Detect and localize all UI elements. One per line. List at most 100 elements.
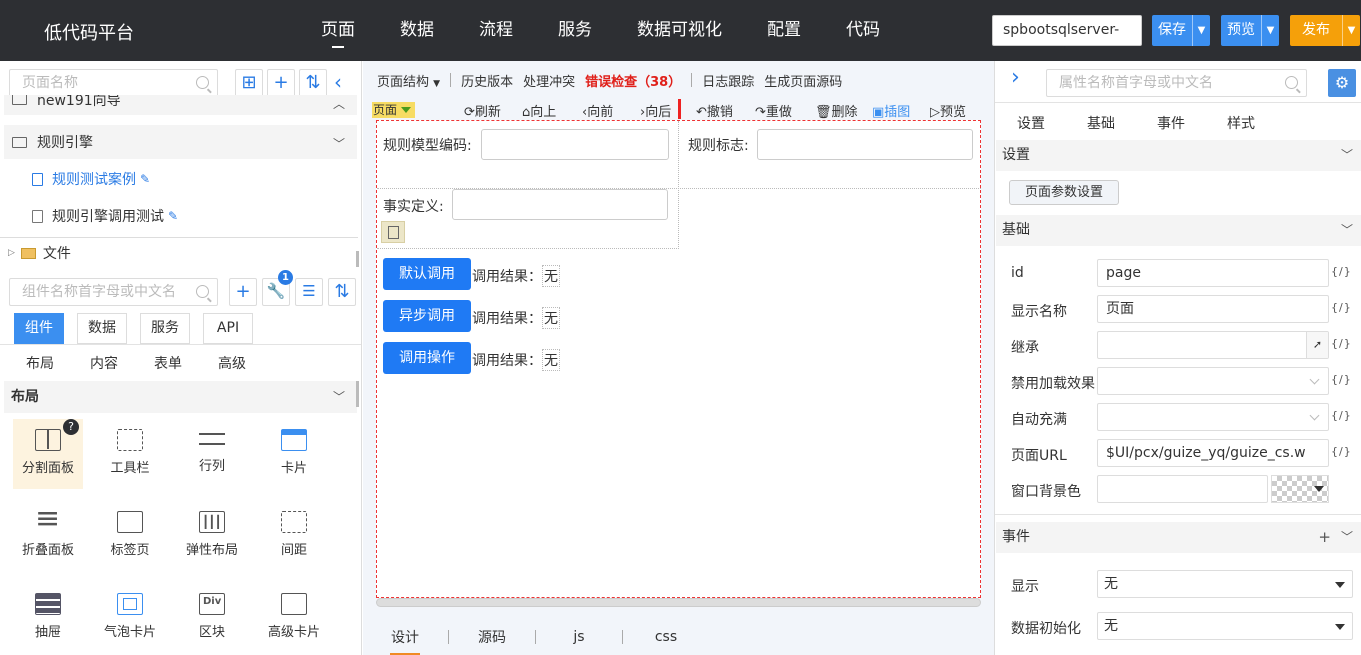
edit-pencil-icon[interactable]: ✎ bbox=[168, 209, 178, 223]
page-url-input[interactable]: $UI/pcx/guize_yq/guize_cs.w bbox=[1097, 439, 1329, 467]
expression-button[interactable]: {/} bbox=[1331, 409, 1352, 422]
tab-components[interactable]: 组件 bbox=[14, 313, 64, 344]
nav-config[interactable]: 配置 bbox=[753, 0, 815, 61]
tab-data[interactable]: 数据 bbox=[77, 313, 127, 344]
wrench-button[interactable]: 🔧 1 bbox=[262, 270, 293, 306]
edit-pencil-icon[interactable]: ✎ bbox=[140, 172, 150, 186]
document-icon[interactable] bbox=[381, 221, 405, 243]
undo-button[interactable]: ↶撤销 bbox=[696, 101, 733, 120]
refresh-button[interactable]: ⟳刷新 bbox=[464, 101, 501, 120]
id-input[interactable]: page bbox=[1097, 259, 1329, 287]
component-block[interactable]: 区块 bbox=[177, 583, 247, 653]
layout-section-header[interactable]: 布局 ﹀ bbox=[4, 381, 357, 413]
component-toolbar[interactable]: 工具栏 bbox=[95, 419, 165, 489]
preview-split-button[interactable]: 预览 ▼ bbox=[1221, 15, 1279, 46]
nav-service[interactable]: 服务 bbox=[544, 0, 606, 61]
color-picker[interactable] bbox=[1271, 475, 1329, 503]
display-name-input[interactable]: 页面 bbox=[1097, 295, 1329, 323]
settings-gear-icon[interactable]: ⚙ bbox=[1328, 69, 1356, 97]
generate-source-button[interactable]: 生成页面源码 bbox=[764, 71, 842, 90]
nav-flow[interactable]: 流程 bbox=[465, 0, 527, 61]
preview-dropdown-icon[interactable]: ▼ bbox=[1261, 15, 1279, 46]
event-data-init-select[interactable]: 无 bbox=[1097, 612, 1353, 640]
add-component-button[interactable]: + bbox=[229, 278, 257, 306]
component-flex-layout[interactable]: 弹性布局 bbox=[177, 501, 247, 571]
subtab-form[interactable]: 表单 bbox=[154, 353, 182, 373]
nav-code[interactable]: 代码 bbox=[832, 0, 894, 61]
sort-components-button[interactable]: ⇅ bbox=[328, 278, 356, 306]
move-backward-button[interactable]: ›向后 bbox=[640, 101, 671, 120]
chevron-down-icon[interactable]: ﹀ bbox=[1341, 140, 1353, 171]
history-button[interactable]: 历史版本 bbox=[461, 71, 513, 90]
async-call-button[interactable]: 异步调用 bbox=[383, 300, 471, 332]
caret-right-icon[interactable]: ▷ bbox=[8, 248, 15, 258]
help-icon[interactable]: ? bbox=[63, 419, 79, 435]
arrow-icon[interactable]: ➚ bbox=[1306, 332, 1328, 358]
chevron-down-icon[interactable]: ﹀ bbox=[333, 381, 345, 413]
page-params-button[interactable]: 页面参数设置 bbox=[1009, 180, 1119, 205]
component-tabs[interactable]: 标签页 bbox=[95, 501, 165, 571]
add-page-button[interactable]: + bbox=[267, 69, 295, 97]
nav-visualization[interactable]: 数据可视化 bbox=[623, 0, 736, 61]
sort-pages-button[interactable]: ⇅ bbox=[299, 69, 327, 97]
expand-right-icon[interactable]: › bbox=[1011, 65, 1020, 90]
list-order-button[interactable]: ☰ bbox=[295, 278, 323, 306]
component-row-col[interactable]: 行列 bbox=[177, 419, 247, 489]
tab-api[interactable]: API bbox=[203, 313, 253, 344]
preview-canvas-button[interactable]: ▷预览 bbox=[930, 101, 966, 120]
move-forward-button[interactable]: ‹向前 bbox=[582, 101, 613, 120]
default-call-button[interactable]: 默认调用 bbox=[383, 258, 471, 290]
component-popover-card[interactable]: 气泡卡片 bbox=[95, 583, 165, 653]
tree-page-engine-call-test[interactable]: 规则引擎调用测试 ✎ bbox=[32, 206, 178, 226]
call-operation-button[interactable]: 调用操作 bbox=[383, 342, 471, 374]
chevron-down-icon[interactable]: ﹀ bbox=[333, 135, 345, 152]
component-card[interactable]: 卡片 bbox=[259, 419, 329, 489]
publish-dropdown-icon[interactable]: ▼ bbox=[1342, 15, 1360, 46]
plus-icon[interactable]: + bbox=[1318, 522, 1331, 553]
tree-scrollbar[interactable] bbox=[356, 251, 359, 267]
tab-events[interactable]: 事件 bbox=[1157, 113, 1185, 133]
page-search-input[interactable]: 页面名称 bbox=[9, 69, 218, 97]
component-accordion[interactable]: 折叠面板 bbox=[13, 501, 83, 571]
publish-button[interactable]: 发布 bbox=[1290, 15, 1342, 46]
nav-page[interactable]: 页面 bbox=[307, 0, 369, 61]
subtab-layout[interactable]: 布局 bbox=[26, 353, 54, 373]
new-folder-button[interactable]: ⊞ bbox=[235, 69, 263, 97]
window-bg-input[interactable] bbox=[1097, 475, 1268, 503]
page-selector[interactable]: 页面 bbox=[372, 102, 416, 118]
expression-button[interactable]: {/} bbox=[1331, 373, 1352, 386]
datasource-select[interactable]: spbootsqlserver- bbox=[992, 15, 1142, 46]
collapse-left-icon[interactable]: ‹ bbox=[334, 70, 342, 94]
nav-data[interactable]: 数据 bbox=[386, 0, 448, 61]
disable-loading-select[interactable] bbox=[1097, 367, 1329, 395]
delete-button[interactable]: 🗑删除 bbox=[815, 101, 858, 120]
page-structure-button[interactable]: 页面结构 ▼ bbox=[377, 71, 440, 90]
tab-service[interactable]: 服务 bbox=[140, 313, 190, 344]
component-scrollbar[interactable] bbox=[356, 381, 359, 407]
chevron-down-icon[interactable]: ﹀ bbox=[1341, 522, 1353, 553]
expression-button[interactable]: {/} bbox=[1331, 445, 1352, 458]
tree-group-rules-engine[interactable]: 规则引擎 ﹀ bbox=[4, 125, 357, 159]
tab-js[interactable]: js bbox=[560, 629, 598, 645]
error-check-button[interactable]: 错误检查（38） bbox=[585, 71, 681, 90]
tree-page-rule-test[interactable]: 规则测试案例 ✎ bbox=[32, 169, 150, 189]
component-spacing[interactable]: 间距 bbox=[259, 501, 329, 571]
log-trace-button[interactable]: 日志跟踪 bbox=[702, 71, 754, 90]
tab-design[interactable]: 设计 bbox=[386, 627, 424, 655]
insert-image-button[interactable]: ▣插图 bbox=[872, 101, 910, 120]
tree-group-truncated[interactable]: new191向导 ︿ bbox=[4, 95, 357, 115]
preview-button[interactable]: 预览 bbox=[1221, 15, 1261, 46]
events-section-header[interactable]: 事件 + ﹀ bbox=[996, 522, 1361, 553]
component-drawer[interactable]: 抽屉 bbox=[13, 583, 83, 653]
expression-button[interactable]: {/} bbox=[1331, 265, 1352, 278]
conflict-button[interactable]: 处理冲突 bbox=[523, 71, 575, 90]
settings-section-header[interactable]: 设置 ﹀ bbox=[996, 140, 1361, 171]
component-search-input[interactable]: 组件名称首字母或中文名 bbox=[9, 278, 218, 306]
subtab-content[interactable]: 内容 bbox=[90, 353, 118, 373]
tab-css[interactable]: css bbox=[647, 629, 685, 645]
property-search-input[interactable]: 属性名称首字母或中文名 bbox=[1046, 69, 1307, 97]
auto-fill-select[interactable] bbox=[1097, 403, 1329, 431]
save-button[interactable]: 保存 bbox=[1152, 15, 1192, 46]
subtab-advanced[interactable]: 高级 bbox=[218, 353, 246, 373]
inherit-input[interactable]: ➚ bbox=[1097, 331, 1329, 359]
